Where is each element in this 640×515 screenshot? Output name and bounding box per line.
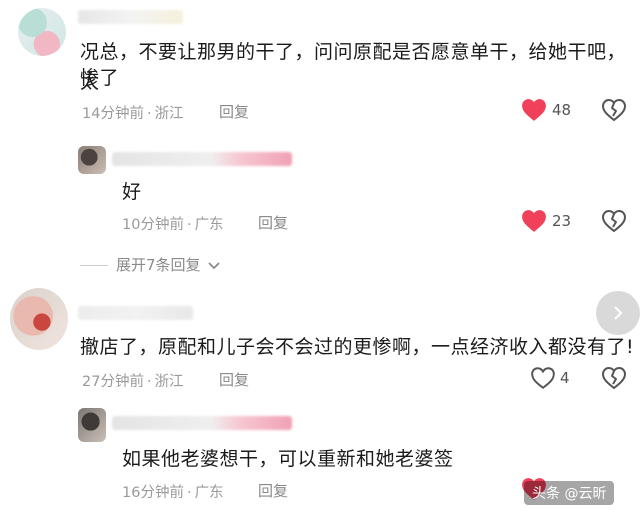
expand-replies-label: 展开7条回复 — [116, 256, 201, 274]
comment-text: 撤店了，原配和儿子会不会过的更惨啊，一点经济收入都没有了! — [80, 336, 635, 358]
like-count: 4 — [560, 369, 570, 387]
chevron-right-icon — [614, 306, 623, 320]
heart-filled-icon[interactable] — [521, 98, 547, 122]
watermark: 头条 @云昕 — [524, 481, 615, 505]
comment-text: 如果他老婆想干，可以重新和她老婆签 — [122, 448, 454, 470]
comment-location: 广东 — [194, 485, 224, 501]
comment-text: 好 — [122, 181, 142, 203]
comment-time: 14分钟前 — [82, 106, 144, 122]
username[interactable] — [78, 10, 183, 24]
username[interactable] — [112, 152, 292, 166]
chevron-down-icon — [208, 261, 220, 269]
divider — [80, 265, 108, 266]
comment-time: 27分钟前 — [82, 374, 144, 390]
dislike-heart-icon[interactable] — [601, 365, 627, 391]
comment-time: 10分钟前 — [122, 217, 184, 233]
comment-location: 广东 — [194, 217, 224, 233]
comment-meta: 27分钟前 · 浙江 — [82, 370, 184, 391]
meta-separator: · — [146, 374, 152, 390]
comment-text: 况总，不要让那男的干了，问问原配是否愿意单干，给她干吧，太 — [80, 41, 627, 93]
meta-separator: · — [186, 485, 192, 501]
dislike-heart-icon[interactable] — [601, 97, 627, 123]
reply-button[interactable]: 回复 — [219, 101, 249, 122]
heart-filled-icon[interactable] — [521, 209, 547, 233]
like-count: 48 — [552, 101, 572, 119]
avatar[interactable] — [78, 408, 106, 442]
reply-button[interactable]: 回复 — [219, 369, 249, 390]
reply-button[interactable]: 回复 — [258, 212, 288, 233]
comment-location: 浙江 — [154, 374, 184, 390]
heart-outline-icon[interactable] — [530, 366, 556, 390]
next-button[interactable] — [596, 291, 640, 335]
comment-meta: 10分钟前 · 广东 — [122, 213, 224, 234]
comment-time: 16分钟前 — [122, 485, 184, 501]
dislike-heart-icon[interactable] — [601, 208, 627, 234]
comment-meta: 16分钟前 · 广东 — [122, 481, 224, 502]
avatar[interactable] — [78, 146, 106, 174]
comment-text: 惨了 — [80, 67, 120, 89]
like-count: 23 — [552, 212, 572, 230]
meta-separator: · — [186, 217, 192, 233]
avatar[interactable] — [10, 288, 68, 350]
expand-replies-button[interactable]: 展开7条回复 — [80, 254, 221, 275]
comment-meta: 14分钟前 · 浙江 — [82, 102, 184, 123]
username[interactable] — [78, 306, 193, 320]
avatar[interactable] — [18, 8, 66, 56]
meta-separator: · — [146, 106, 152, 122]
comment-location: 浙江 — [154, 106, 184, 122]
username[interactable] — [112, 416, 292, 430]
reply-button[interactable]: 回复 — [258, 480, 288, 501]
